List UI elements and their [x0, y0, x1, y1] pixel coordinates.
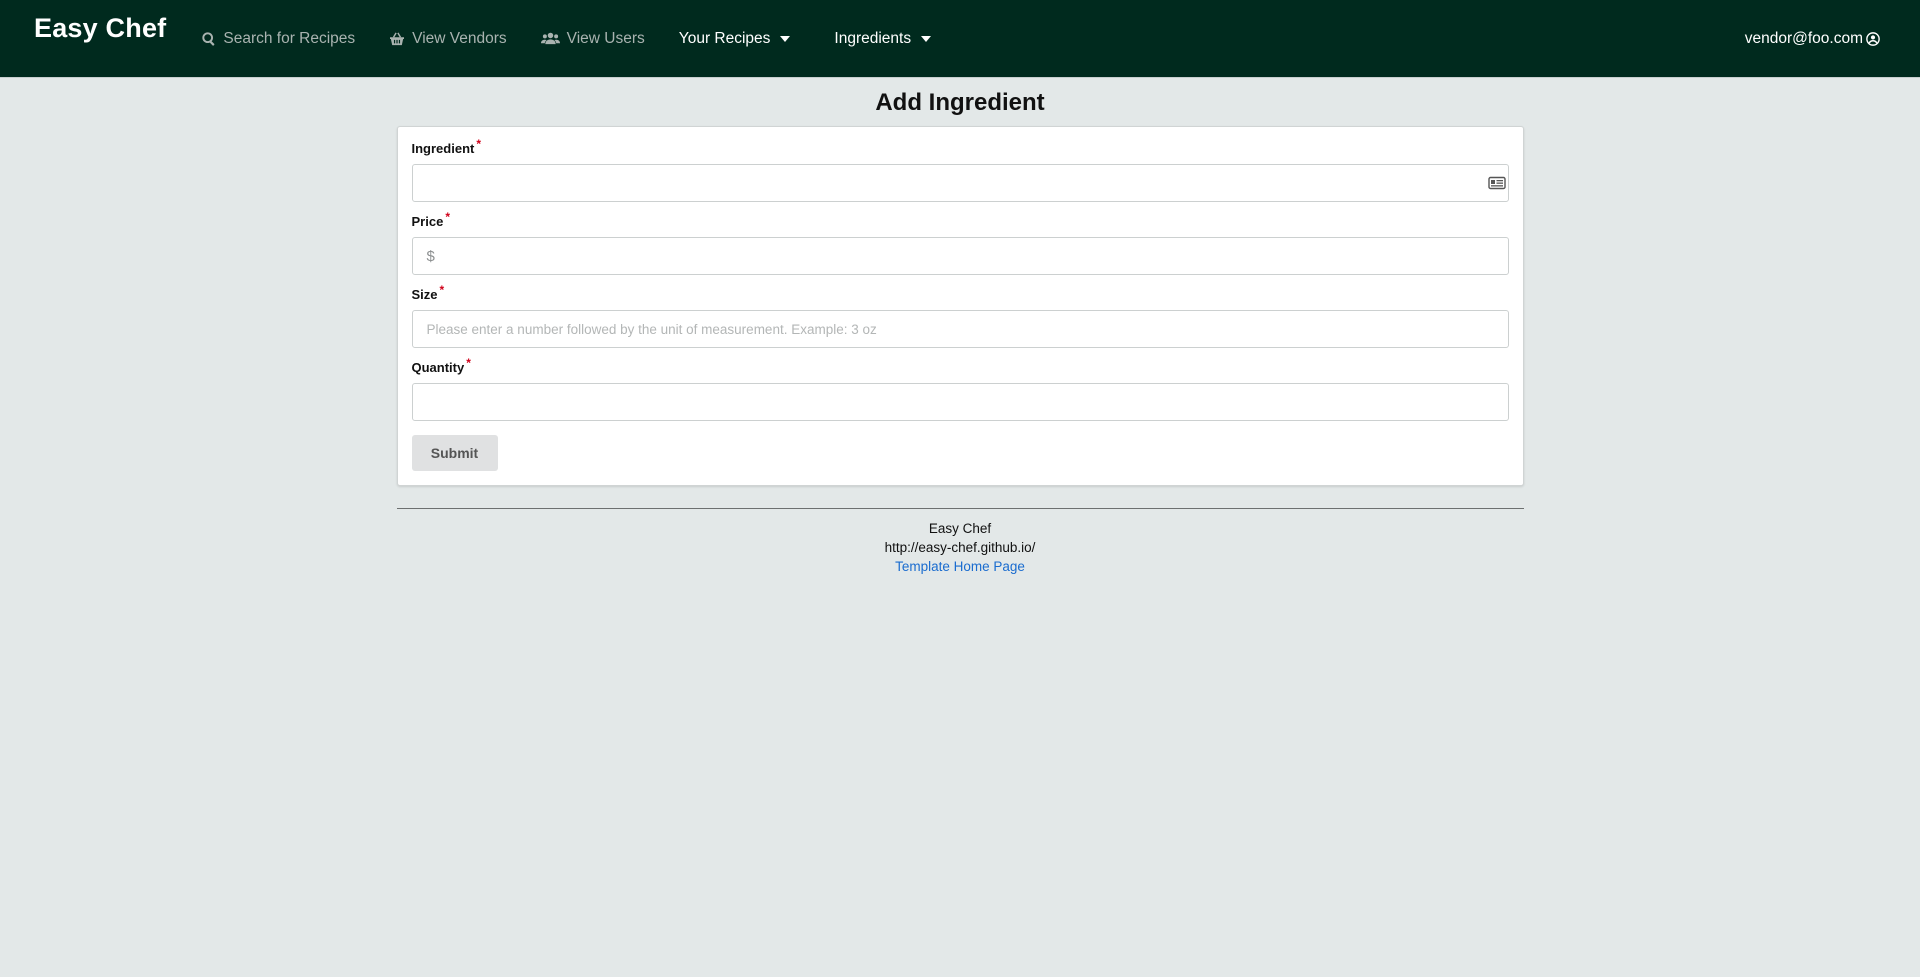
size-input-wrapper: [411, 310, 1509, 348]
nav-ingredients-label: Ingredients: [834, 29, 912, 47]
nav-your-recipes-dropdown[interactable]: Your Recipes: [679, 30, 791, 48]
add-ingredient-form: Ingredient* Price* $ Size* Quantity*: [396, 126, 1524, 486]
size-input[interactable]: [426, 311, 1494, 347]
template-home-link[interactable]: Template Home Page: [895, 559, 1025, 574]
search-icon: [202, 31, 215, 46]
ingredient-input[interactable]: [426, 165, 1494, 201]
footer-title: Easy Chef: [928, 521, 992, 536]
quantity-input-wrapper: [411, 383, 1509, 421]
nav-view-users-label: View Users: [566, 29, 645, 47]
size-label: Size *: [411, 283, 445, 302]
required-marker: *: [445, 210, 450, 224]
ingredient-field-group: Ingredient *: [411, 137, 1509, 202]
ingredient-label: Ingredient *: [411, 137, 482, 156]
page-title: Add Ingredient: [875, 89, 1045, 116]
price-label: Price *: [411, 210, 450, 229]
contact-card-icon: [1487, 176, 1506, 190]
price-input[interactable]: [440, 238, 1494, 274]
navbar: Easy Chef Search for Recipes View Vendor…: [0, 0, 1920, 78]
price-field-group: Price * $: [411, 210, 1509, 275]
submit-button[interactable]: Submit: [411, 435, 498, 471]
caret-down-icon: [780, 35, 791, 42]
quantity-input[interactable]: [426, 384, 1494, 420]
nav-view-vendors-label: View Vendors: [412, 29, 507, 47]
user-menu[interactable]: vendor@foo.com: [1745, 0, 1880, 78]
required-marker: *: [439, 283, 445, 297]
footer: Easy Chef http://easy-chef.github.io/ Te…: [396, 508, 1524, 576]
nav-your-recipes-label: Your Recipes: [678, 29, 771, 47]
caret-down-icon: [921, 35, 932, 42]
nav-search-recipes[interactable]: Search for Recipes: [202, 30, 355, 48]
brand-logo[interactable]: Easy Chef: [34, 13, 166, 44]
nav-ingredients-dropdown[interactable]: Ingredients: [834, 29, 932, 48]
currency-prefix: $: [426, 247, 435, 265]
users-icon: [540, 32, 560, 45]
basket-icon: [390, 32, 405, 45]
nav-view-vendors[interactable]: View Vendors: [389, 30, 507, 48]
quantity-label: Quantity *: [411, 356, 471, 375]
required-marker: *: [466, 356, 471, 370]
footer-url: http://easy-chef.github.io/: [884, 540, 1036, 555]
price-input-wrapper: $: [411, 237, 1509, 275]
user-circle-icon: [1866, 32, 1880, 46]
nav-view-users[interactable]: View Users: [540, 29, 645, 48]
nav-search-recipes-label: Search for Recipes: [223, 29, 356, 47]
quantity-field-group: Quantity *: [411, 356, 1509, 421]
required-marker: *: [476, 137, 482, 151]
user-email: vendor@foo.com: [1744, 30, 1863, 47]
size-field-group: Size *: [411, 283, 1509, 348]
ingredient-input-wrapper: [411, 164, 1509, 202]
